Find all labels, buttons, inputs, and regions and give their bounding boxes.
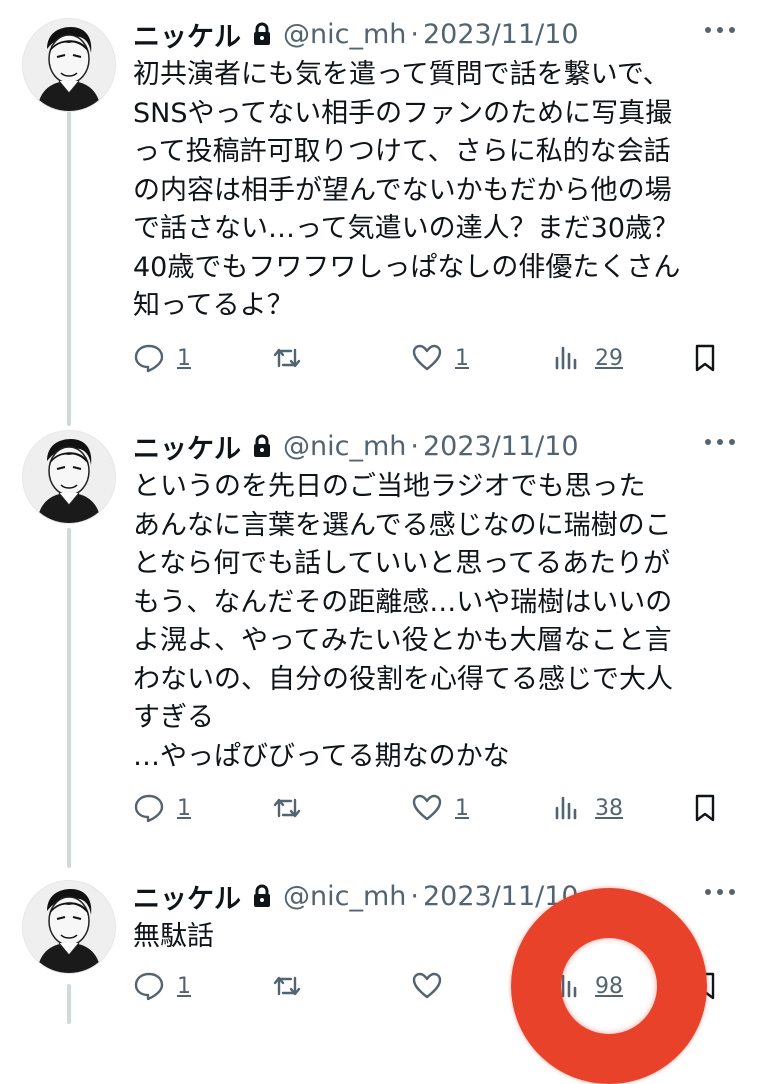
separator-dot: · bbox=[410, 18, 419, 50]
tweet-text: 初共演者にも気を遣って質問で話を繋いで、 SNSやってない相手のファンのために写… bbox=[133, 59, 681, 321]
author-name[interactable]: ニッケル bbox=[133, 427, 241, 466]
retweet-button[interactable] bbox=[271, 966, 315, 1006]
tweet-date[interactable]: 2023/11/10 bbox=[423, 431, 579, 462]
avatar[interactable] bbox=[22, 430, 116, 524]
reply-button[interactable]: 1 bbox=[133, 338, 191, 378]
lock-icon bbox=[254, 434, 270, 457]
author-name[interactable]: ニッケル bbox=[133, 877, 241, 916]
like-button[interactable]: 1 bbox=[411, 788, 469, 828]
tweet-actions: 1 1 38 bbox=[133, 788, 733, 828]
views-button[interactable]: 38 bbox=[551, 788, 623, 828]
reply-count: 1 bbox=[177, 795, 191, 821]
speech-bubble-icon bbox=[134, 794, 164, 823]
reply-count: 1 bbox=[177, 345, 191, 371]
author-name[interactable]: ニッケル bbox=[133, 15, 241, 54]
bookmark-button[interactable] bbox=[689, 338, 721, 378]
like-button[interactable] bbox=[411, 966, 455, 1006]
avatar-illustration-icon bbox=[23, 431, 115, 523]
tweet-header: ニッケル @nic_mh · 2023/11/10 bbox=[133, 426, 579, 466]
like-count: 1 bbox=[455, 345, 469, 371]
reply-button[interactable]: 1 bbox=[133, 966, 191, 1006]
like-button[interactable]: 1 bbox=[411, 338, 469, 378]
tweet-2[interactable]: ニッケル @nic_mh · 2023/11/10 というのを先日のご当地ラジオ… bbox=[0, 420, 761, 860]
lock-icon bbox=[254, 884, 270, 907]
author-handle[interactable]: @nic_mh bbox=[283, 881, 406, 912]
retweet-arrows-icon bbox=[273, 976, 301, 996]
bookmark-icon bbox=[695, 344, 715, 372]
avatar[interactable] bbox=[22, 18, 116, 112]
reply-count: 1 bbox=[177, 973, 191, 999]
more-options-icon[interactable] bbox=[702, 432, 738, 452]
retweet-button[interactable] bbox=[271, 338, 315, 378]
like-count: 1 bbox=[455, 795, 469, 821]
speech-bubble-icon bbox=[134, 972, 164, 1001]
avatar-illustration-icon bbox=[23, 19, 115, 111]
tweet-header: ニッケル @nic_mh · 2023/11/10 bbox=[133, 876, 579, 916]
tweet-1[interactable]: ニッケル @nic_mh · 2023/11/10 初共演者にも気を遣って質問で… bbox=[0, 8, 761, 408]
speech-bubble-icon bbox=[134, 344, 164, 373]
reply-button[interactable]: 1 bbox=[133, 788, 191, 828]
author-handle[interactable]: @nic_mh bbox=[283, 19, 406, 50]
bookmark-button[interactable] bbox=[689, 788, 721, 828]
bar-chart-icon bbox=[555, 796, 577, 820]
views-count: 38 bbox=[595, 795, 623, 821]
views-button[interactable]: 29 bbox=[551, 338, 623, 378]
bar-chart-icon bbox=[555, 346, 577, 370]
heart-icon bbox=[412, 344, 442, 371]
heart-icon bbox=[412, 794, 442, 821]
more-options-icon[interactable] bbox=[702, 882, 738, 902]
heart-icon bbox=[412, 972, 442, 999]
retweet-arrows-icon bbox=[273, 348, 301, 368]
tweet-date[interactable]: 2023/11/10 bbox=[423, 19, 579, 50]
separator-dot: · bbox=[410, 430, 419, 462]
avatar[interactable] bbox=[22, 880, 116, 974]
retweet-button[interactable] bbox=[271, 788, 315, 828]
author-handle[interactable]: @nic_mh bbox=[283, 431, 406, 462]
tweet-text: というのを先日のご当地ラジオでも思った あんなに言葉を選んでる感じなのに瑞樹のこ… bbox=[133, 471, 673, 772]
avatar-illustration-icon bbox=[23, 881, 115, 973]
separator-dot: · bbox=[410, 880, 419, 912]
highlight-ring bbox=[511, 888, 707, 1084]
bookmark-icon bbox=[695, 794, 715, 822]
more-options-icon[interactable] bbox=[702, 20, 738, 40]
retweet-arrows-icon bbox=[273, 798, 301, 818]
tweet-actions: 1 1 29 bbox=[133, 338, 733, 378]
views-count: 29 bbox=[595, 345, 623, 371]
lock-icon bbox=[254, 22, 270, 45]
tweet-header: ニッケル @nic_mh · 2023/11/10 bbox=[133, 14, 579, 54]
